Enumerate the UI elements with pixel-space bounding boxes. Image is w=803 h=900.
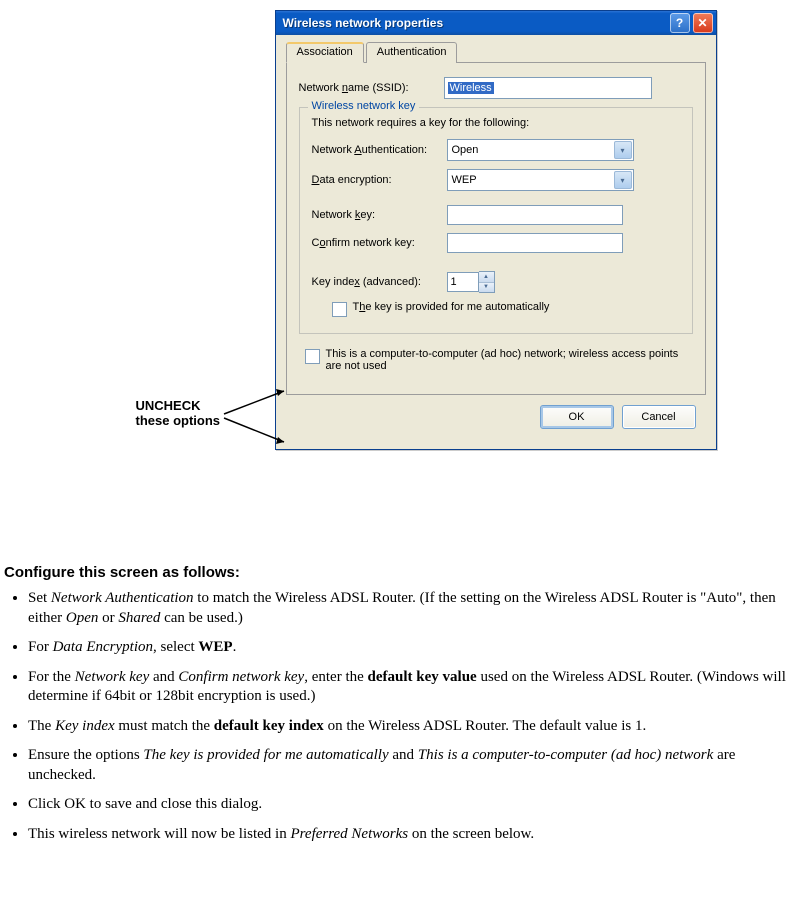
chevron-down-icon: ▾ [614, 171, 632, 189]
list-item: The Key index must match the default key… [28, 717, 799, 737]
auto-key-label: The key is provided for me automatically [353, 301, 680, 313]
auth-label: Network Authentication: [312, 144, 447, 156]
cancel-button[interactable]: Cancel [622, 405, 696, 429]
tabstrip: Association Authentication [286, 41, 706, 63]
instructions-list: Set Network Authentication to match the … [4, 589, 799, 844]
list-item: Set Network Authentication to match the … [28, 589, 799, 628]
tab-body: Network name (SSID): Wireless Wireless n… [286, 63, 706, 395]
close-icon: ✕ [697, 16, 707, 30]
row-encryption: Data encryption: WEP ▾ [312, 169, 680, 191]
row-ssid: Network name (SSID): Wireless [299, 77, 693, 99]
auth-select[interactable]: Open ▾ [447, 139, 634, 161]
row-confirm-key: Confirm network key: [312, 233, 680, 253]
annotation-arrows-icon [224, 384, 294, 464]
tab-association[interactable]: Association [286, 42, 364, 63]
chevron-down-icon: ▾ [614, 141, 632, 159]
help-button[interactable]: ? [670, 13, 690, 33]
titlebar-title: Wireless network properties [283, 16, 667, 30]
encryption-label: Data encryption: [312, 174, 447, 186]
instructions-heading: Configure this screen as follows: [4, 564, 799, 581]
key-index-label: Key index (advanced): [312, 276, 447, 288]
network-key-label: Network key: [312, 209, 447, 221]
auth-value: Open [452, 144, 479, 156]
encryption-value: WEP [452, 174, 477, 186]
list-item: For Data Encryption, select WEP. [28, 638, 799, 658]
ssid-input[interactable]: Wireless [444, 77, 652, 99]
row-key-index: Key index (advanced): 1 ▲ ▼ [312, 271, 680, 293]
spinner-buttons[interactable]: ▲ ▼ [479, 271, 495, 293]
ssid-label: Network name (SSID): [299, 82, 444, 94]
close-button[interactable]: ✕ [693, 13, 713, 33]
confirm-key-input[interactable] [447, 233, 623, 253]
row-auth: Network Authentication: Open ▾ [312, 139, 680, 161]
key-index-spinner[interactable]: 1 ▲ ▼ [447, 271, 495, 293]
groupbox-title: Wireless network key [308, 100, 420, 112]
dialog-footer: OK Cancel [286, 395, 706, 439]
list-item: This wireless network will now be listed… [28, 825, 799, 845]
auto-key-checkbox[interactable] [332, 302, 347, 317]
groupbox-subtitle: This network requires a key for the foll… [312, 117, 680, 129]
spinner-down-icon[interactable]: ▼ [479, 283, 494, 293]
wireless-properties-dialog: Wireless network properties ? ✕ Associat… [275, 10, 717, 450]
titlebar[interactable]: Wireless network properties ? ✕ [276, 11, 716, 35]
encryption-select[interactable]: WEP ▾ [447, 169, 634, 191]
ssid-value: Wireless [448, 82, 494, 94]
wireless-key-groupbox: Wireless network key This network requir… [299, 107, 693, 334]
key-index-value: 1 [447, 272, 479, 292]
adhoc-checkbox[interactable] [305, 349, 320, 364]
tab-authentication[interactable]: Authentication [366, 42, 458, 63]
dialog-figure: Wireless network properties ? ✕ Associat… [72, 4, 732, 550]
dialog-content: Association Authentication Network name … [276, 35, 716, 449]
list-item: Click OK to save and close this dialog. [28, 795, 799, 815]
row-network-key: Network key: [312, 205, 680, 225]
network-key-input[interactable] [447, 205, 623, 225]
ok-button[interactable]: OK [540, 405, 614, 429]
list-item: Ensure the options The key is provided f… [28, 746, 799, 785]
list-item: For the Network key and Confirm network … [28, 668, 799, 707]
adhoc-label: This is a computer-to-computer (ad hoc) … [326, 348, 693, 372]
spinner-up-icon[interactable]: ▲ [479, 272, 494, 283]
row-auto-key-checkbox[interactable]: The key is provided for me automatically [332, 301, 680, 317]
row-adhoc-checkbox[interactable]: This is a computer-to-computer (ad hoc) … [305, 348, 693, 372]
uncheck-annotation: UNCHECK these options [136, 399, 221, 429]
confirm-key-label: Confirm network key: [312, 237, 447, 249]
